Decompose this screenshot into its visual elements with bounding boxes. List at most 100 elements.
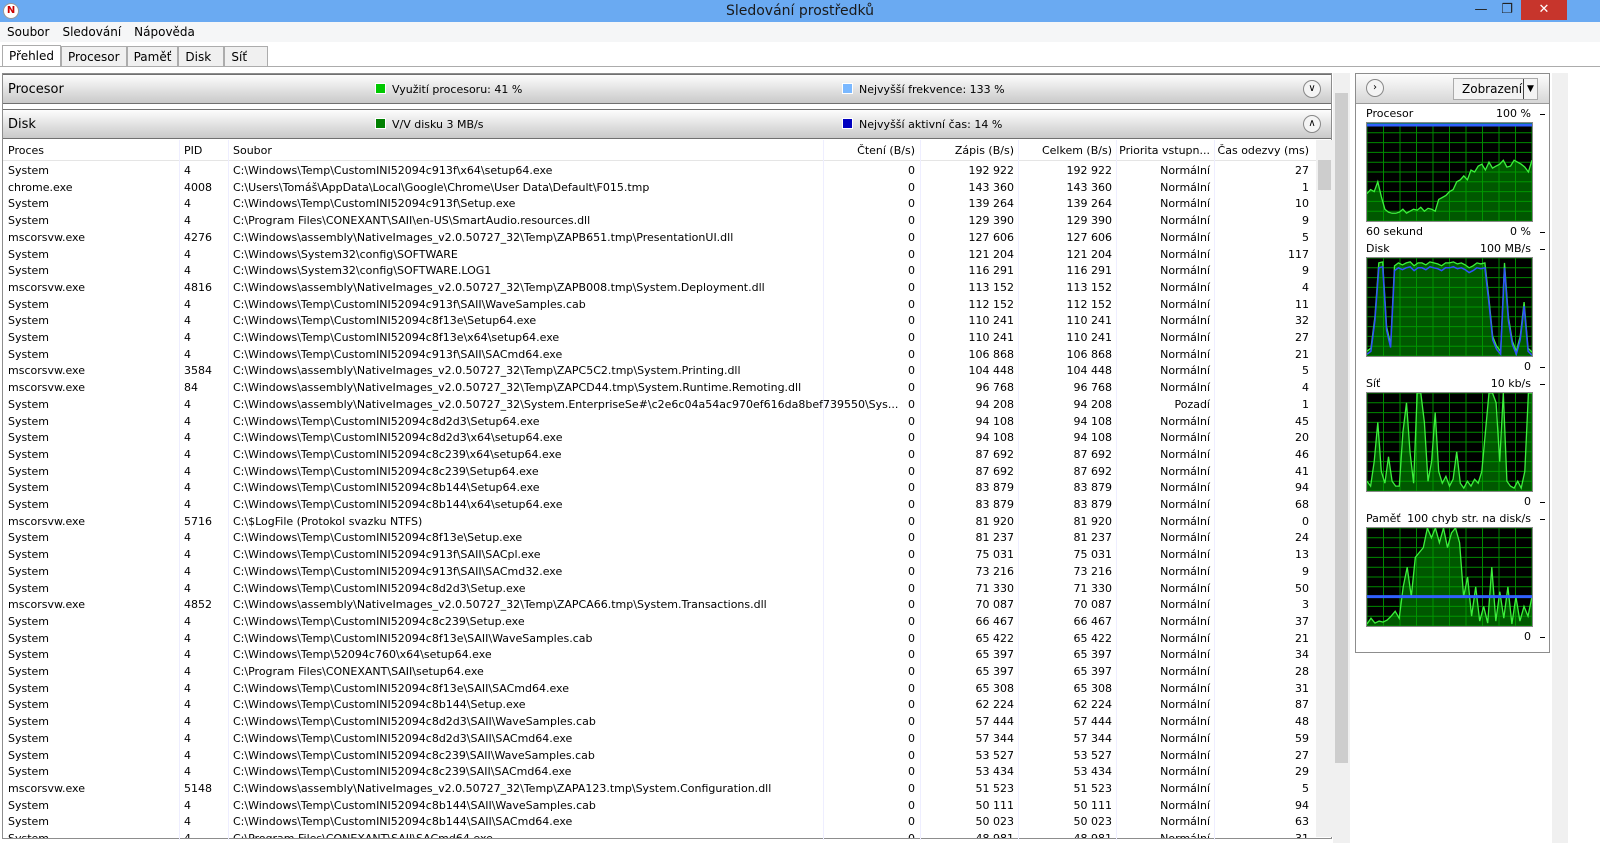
table-row[interactable]: mscorsvw.exe 5716 C:\$LogFile (Protokol sv… <box>3 513 1317 530</box>
cell-response-time: 59 <box>1295 731 1309 745</box>
graph-tick <box>1540 114 1545 115</box>
table-row[interactable]: mscorsvw.exe 5148 C:\Windows\assembly\Nati… <box>3 780 1317 797</box>
col-pid[interactable]: PID <box>184 144 202 160</box>
table-row[interactable]: System 4 C:\Windows\System32\config\SOFTWA… <box>3 262 1317 279</box>
tab-disk[interactable]: Disk <box>178 46 225 67</box>
col-cteni[interactable]: Čtení (B/s) <box>857 144 915 160</box>
cell-file-path: C:\Windows\Temp\CustomINI52094c8c239\x64… <box>233 447 562 461</box>
table-row[interactable]: System 4 C:\Windows\Temp\CustomINI52094c91… <box>3 195 1317 212</box>
cell-pid: 4 <box>184 581 191 595</box>
cell-write-bps: 94 208 <box>975 397 1015 411</box>
cell-file-path: C:\Windows\Temp\CustomINI52094c8d2d3\SAI… <box>233 731 573 745</box>
cell-io-priority: Normální <box>1160 498 1210 511</box>
cell-file-path: C:\Windows\assembly\NativeImages_v2.0.50… <box>233 280 765 294</box>
cell-process-name: System <box>8 715 50 729</box>
table-row[interactable]: System 4 C:\Windows\Temp\CustomINI52094c8d… <box>3 580 1317 597</box>
collapse-chevron-up-icon[interactable]: ∧ <box>1303 115 1321 133</box>
disk-io-text: V/V disku 3 MB/s <box>392 118 484 131</box>
table-row[interactable]: System 4 C:\Windows\assembly\NativeImages_… <box>3 396 1317 413</box>
table-row[interactable]: System 4 C:\Windows\Temp\CustomINI52094c8c… <box>3 763 1317 780</box>
table-row[interactable]: System 4 C:\Windows\Temp\CustomINI52094c8c… <box>3 613 1317 630</box>
cell-response-time: 4 <box>1302 280 1309 294</box>
restore-button[interactable]: ❐ <box>1493 0 1521 20</box>
table-row[interactable]: System 4 C:\Windows\Temp\CustomINI52094c8b… <box>3 479 1317 496</box>
menu-sledovani[interactable]: Sledování <box>55 22 127 39</box>
tab-pamet[interactable]: Paměť <box>126 46 179 67</box>
cell-io-priority: Normální <box>1160 481 1210 495</box>
close-button[interactable]: ✕ <box>1521 0 1567 20</box>
table-row[interactable]: System 4 C:\Windows\Temp\CustomINI52094c8d… <box>3 429 1317 446</box>
col-celkem[interactable]: Celkem (B/s) <box>1042 144 1112 160</box>
table-scrollbar[interactable] <box>1316 140 1333 837</box>
table-row[interactable]: System 4 C:\Windows\Temp\CustomINI52094c8f… <box>3 529 1317 546</box>
tab-procesor[interactable]: Procesor <box>61 46 127 67</box>
minimize-button[interactable]: — <box>1467 0 1495 20</box>
table-row[interactable]: System 4 C:\Windows\Temp\CustomINI52094c8c… <box>3 747 1317 764</box>
table-row[interactable]: System 4 C:\Windows\Temp\CustomINI52094c8f… <box>3 312 1317 329</box>
table-row[interactable]: System 4 C:\Windows\Temp\CustomINI52094c8f… <box>3 680 1317 697</box>
cell-process-name: System <box>8 481 50 495</box>
cell-io-priority: Normální <box>1160 297 1210 311</box>
tab-sit[interactable]: Síť <box>224 46 269 67</box>
table-row[interactable]: System 4 C:\Program Files\CONEXANT\SAII\SA… <box>3 830 1317 838</box>
table-row[interactable]: mscorsvw.exe 4852 C:\Windows\assembly\Nati… <box>3 596 1317 613</box>
table-row[interactable]: chrome.exe 4008 C:\Users\Tomáš\AppData\Loc… <box>3 179 1317 196</box>
table-row[interactable]: mscorsvw.exe 3584 C:\Windows\assembly\Nati… <box>3 362 1317 379</box>
table-row[interactable]: System 4 C:\Windows\Temp\CustomINI52094c8d… <box>3 713 1317 730</box>
collapse-pane-chevron-right-icon[interactable]: › <box>1366 79 1384 97</box>
disk-table-header: Proces PID Soubor Čtení (B/s) Zápis (B/s… <box>3 140 1317 161</box>
cell-file-path: C:\Windows\Temp\CustomINI52094c8c239\Set… <box>233 614 525 628</box>
cell-total-bps: 62 224 <box>1073 698 1113 712</box>
col-proces[interactable]: Proces <box>8 144 44 160</box>
cell-read-bps: 0 <box>908 280 915 294</box>
cell-read-bps: 0 <box>908 598 915 612</box>
cell-pid: 4276 <box>184 230 212 244</box>
table-row[interactable]: System 4 C:\Windows\Temp\CustomINI52094c8f… <box>3 630 1317 647</box>
cell-total-bps: 51 523 <box>1073 781 1113 795</box>
table-row[interactable]: System 4 C:\Program Files\CONEXANT\SAII\se… <box>3 663 1317 680</box>
col-cas-odezvy[interactable]: Čas odezvy (ms) <box>1218 144 1309 160</box>
table-row[interactable]: System 4 C:\Windows\Temp\CustomINI52094c8d… <box>3 730 1317 747</box>
menu-napoveda[interactable]: Nápověda <box>127 22 201 39</box>
table-row[interactable]: System 4 C:\Program Files\CONEXANT\SAII\en… <box>3 212 1317 229</box>
table-row[interactable]: System 4 C:\Windows\System32\config\SOFTWA… <box>3 246 1317 263</box>
cell-response-time: 24 <box>1295 531 1309 545</box>
cell-write-bps: 70 087 <box>975 598 1015 612</box>
cell-pid: 4 <box>184 798 191 812</box>
table-row[interactable]: mscorsvw.exe 84 C:\Windows\assembly\Native… <box>3 379 1317 396</box>
table-row[interactable]: System 4 C:\Windows\Temp\CustomINI52094c8f… <box>3 329 1317 346</box>
table-row[interactable]: System 4 C:\Windows\Temp\CustomINI52094c91… <box>3 346 1317 363</box>
table-row[interactable]: mscorsvw.exe 4276 C:\Windows\assembly\Nati… <box>3 229 1317 246</box>
window-scrollbar[interactable] <box>1552 73 1568 843</box>
table-row[interactable]: System 4 C:\Windows\Temp\CustomINI52094c91… <box>3 296 1317 313</box>
cell-file-path: C:\Windows\Temp\CustomINI52094c8b144\Set… <box>233 481 540 495</box>
cell-io-priority: Normální <box>1160 347 1210 361</box>
cell-io-priority: Normální <box>1160 765 1210 779</box>
overview-scrollbar-thumb[interactable] <box>1335 93 1348 763</box>
table-row[interactable]: System 4 C:\Windows\Temp\CustomINI52094c91… <box>3 546 1317 563</box>
table-row[interactable]: System 4 C:\Windows\Temp\CustomINI52094c91… <box>3 563 1317 580</box>
table-row[interactable]: System 4 C:\Windows\Temp\CustomINI52094c8b… <box>3 813 1317 830</box>
col-priorita[interactable]: Priorita vstupn... <box>1119 144 1210 160</box>
cell-io-priority: Normální <box>1160 748 1210 762</box>
table-row[interactable]: System 4 C:\Windows\Temp\CustomINI52094c8b… <box>3 797 1317 814</box>
table-row[interactable]: System 4 C:\Windows\Temp\CustomINI52094c91… <box>3 162 1317 179</box>
table-row[interactable]: System 4 C:\Windows\Temp\CustomINI52094c8b… <box>3 496 1317 513</box>
cell-read-bps: 0 <box>908 314 915 328</box>
table-row[interactable]: mscorsvw.exe 4816 C:\Windows\assembly\Nati… <box>3 279 1317 296</box>
view-dropdown[interactable]: Zobrazení ▼ <box>1453 78 1538 100</box>
expand-chevron-down-icon[interactable]: ∨ <box>1303 80 1321 98</box>
menu-soubor[interactable]: Soubor <box>0 22 55 39</box>
tab-prehled[interactable]: Přehled <box>2 45 62 67</box>
overview-scrollbar[interactable] <box>1333 73 1350 843</box>
disk-section-header[interactable]: Disk V/V disku 3 MB/s Nejvyšší aktivní č… <box>3 109 1331 139</box>
cpu-section-header[interactable]: Procesor Využití procesoru: 41 % Nejvyšš… <box>3 74 1331 104</box>
col-zapis[interactable]: Zápis (B/s) <box>955 144 1014 160</box>
table-scrollbar-thumb[interactable] <box>1318 160 1331 190</box>
table-row[interactable]: System 4 C:\Windows\Temp\CustomINI52094c8c… <box>3 446 1317 463</box>
table-row[interactable]: System 4 C:\Windows\Temp\CustomINI52094c8d… <box>3 413 1317 430</box>
table-row[interactable]: System 4 C:\Windows\Temp\52094c760\x64\set… <box>3 646 1317 663</box>
table-row[interactable]: System 4 C:\Windows\Temp\CustomINI52094c8c… <box>3 463 1317 480</box>
table-row[interactable]: System 4 C:\Windows\Temp\CustomINI52094c8b… <box>3 696 1317 713</box>
col-soubor[interactable]: Soubor <box>233 144 272 160</box>
